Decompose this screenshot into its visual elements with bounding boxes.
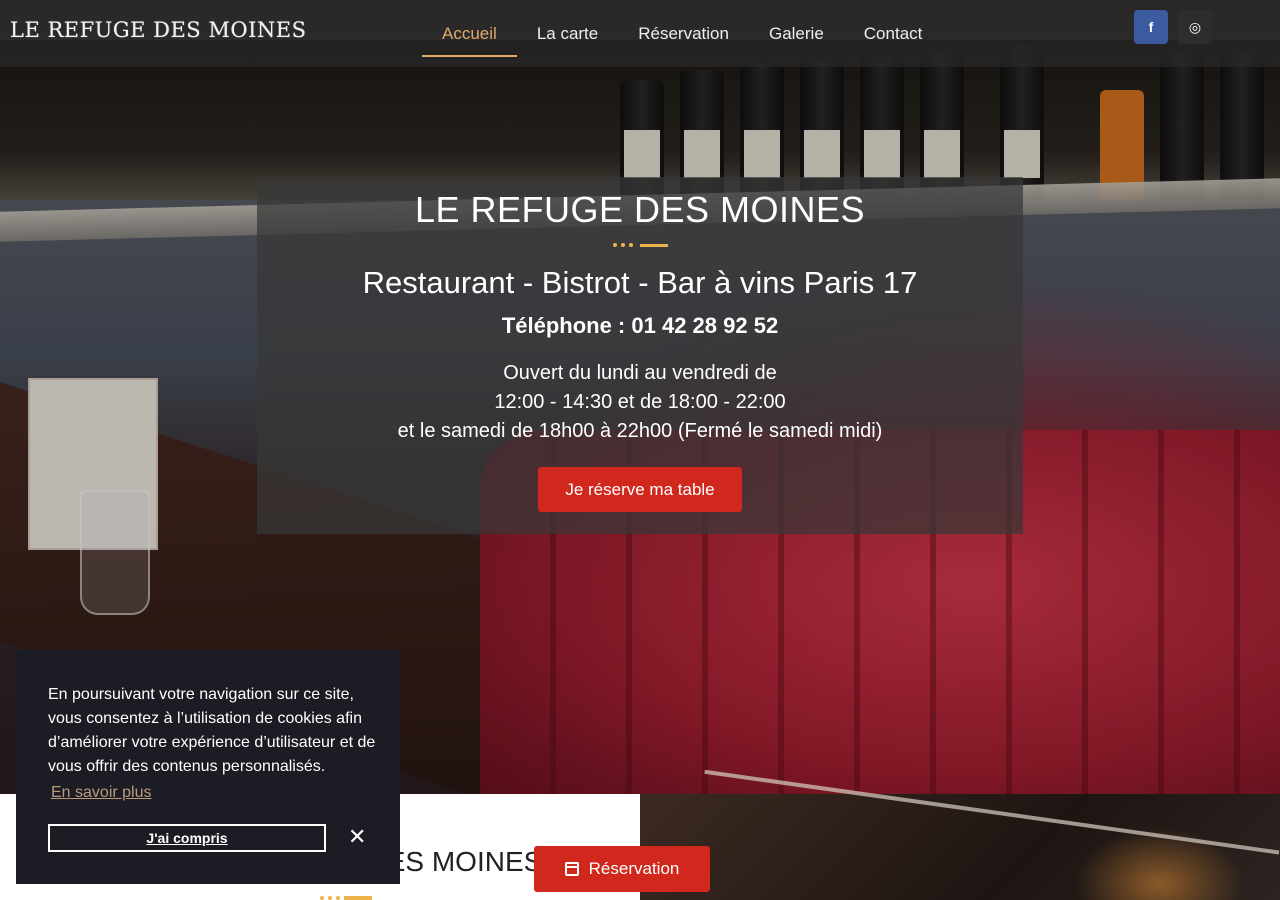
hours-line-2: 12:00 - 14:30 et de 18:00 - 22:00 — [494, 391, 786, 413]
calendar-icon — [564, 862, 579, 876]
hero-phone[interactable]: Téléphone : 01 42 28 92 52 — [257, 313, 1023, 339]
hero-info-box: LE REFUGE DES MOINES Restaurant - Bistro… — [257, 177, 1023, 534]
section-separator — [320, 896, 372, 900]
nav-reservation[interactable]: Réservation — [618, 0, 749, 57]
nav-contact[interactable]: Contact — [844, 0, 943, 57]
learn-more-link[interactable]: En savoir plus — [51, 784, 152, 802]
accept-cookies-button[interactable]: J'ai compris — [48, 824, 326, 852]
hours-line-1: Ouvert du lundi au vendredi de — [503, 362, 777, 384]
hero-title: LE REFUGE DES MOINES — [414, 189, 866, 230]
site-logo[interactable]: LE REFUGE DES MOINES — [10, 18, 306, 42]
main-nav: Accueil La carte Réservation Galerie Con… — [422, 0, 942, 57]
book-table-button[interactable]: Je réserve ma table — [538, 467, 742, 512]
nav-galerie[interactable]: Galerie — [749, 0, 844, 57]
title-separator — [610, 243, 670, 247]
nav-la-carte[interactable]: La carte — [517, 0, 618, 57]
hero-subtitle: Restaurant - Bistrot - Bar à vins Paris … — [362, 265, 918, 300]
facebook-icon[interactable]: f — [1134, 10, 1168, 44]
reservation-button[interactable]: Réservation — [534, 846, 710, 892]
navbar: LE REFUGE DES MOINES Accueil La carte Ré… — [0, 0, 1280, 67]
cookie-banner: En poursuivant votre navigation sur ce s… — [16, 650, 400, 884]
instagram-icon[interactable]: ◎ — [1178, 10, 1212, 44]
opening-hours: Ouvert du lundi au vendredi de 12:00 - 1… — [257, 359, 1023, 446]
reservation-button-label: Réservation — [588, 859, 680, 878]
cookie-message: En poursuivant votre navigation sur ce s… — [48, 686, 376, 775]
hours-line-3: et le samedi de 18h00 à 22h00 (Fermé le … — [397, 420, 883, 442]
nav-accueil[interactable]: Accueil — [422, 0, 517, 57]
close-icon[interactable]: ✕ — [348, 826, 366, 848]
